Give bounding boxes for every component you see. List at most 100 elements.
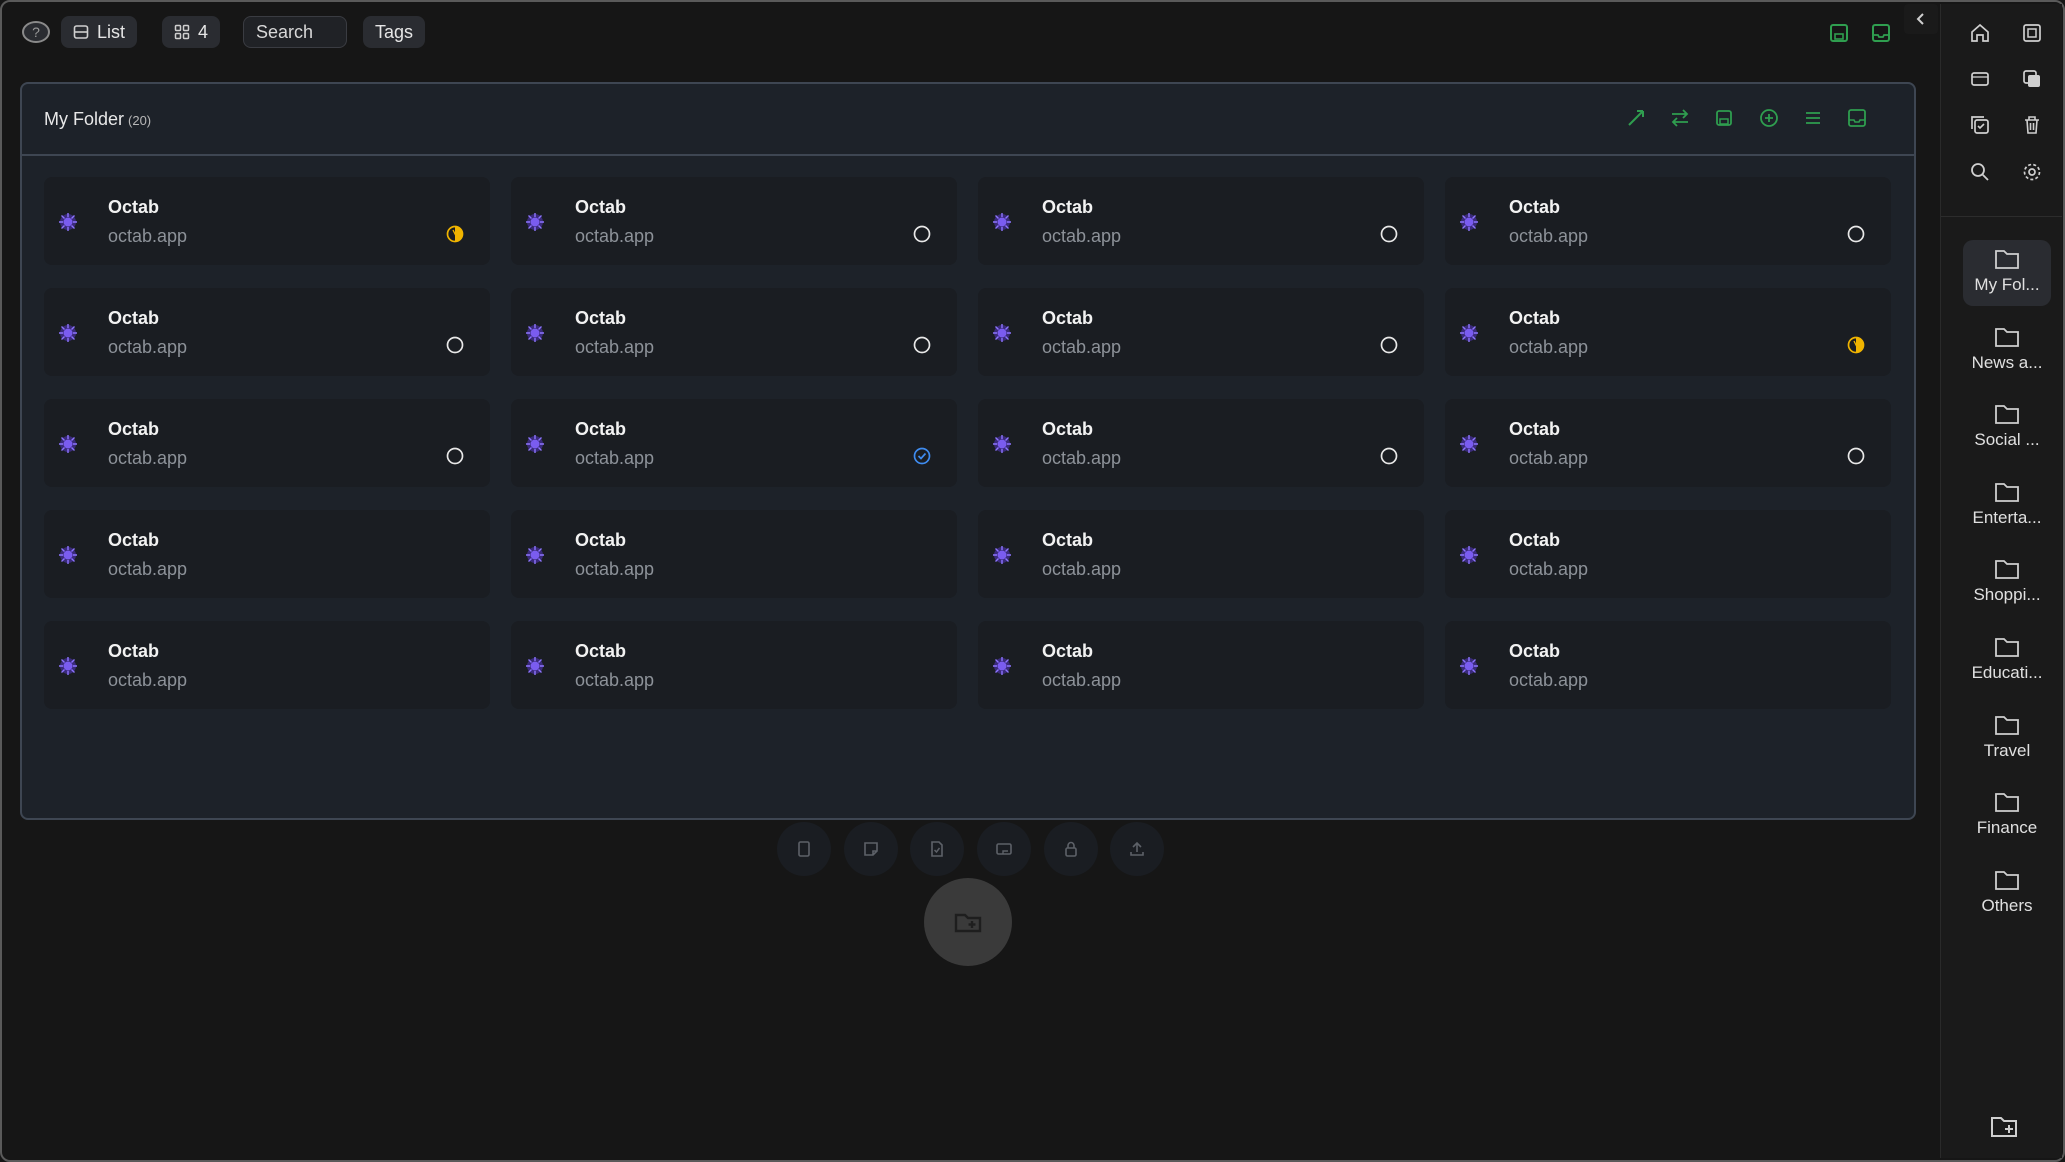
status-circle-icon[interactable]: [446, 447, 464, 465]
search-icon[interactable]: [1969, 161, 1991, 183]
bookmark-card[interactable]: Octab octab.app: [44, 399, 490, 487]
save-folder-icon[interactable]: [1714, 108, 1734, 128]
bookmark-url: octab.app: [108, 448, 188, 468]
add-embed-button[interactable]: [977, 822, 1031, 876]
bookmark-card[interactable]: Octab octab.app: [978, 510, 1424, 598]
status-circle-icon[interactable]: [1847, 447, 1865, 465]
status-circle-icon[interactable]: [1380, 225, 1398, 243]
folder-title-text: My Folder: [44, 109, 125, 129]
list-layout-icon: [73, 25, 89, 39]
bookmark-title: Octab: [108, 308, 160, 328]
bookmark-url: octab.app: [1042, 226, 1122, 246]
folder-plus-icon: [954, 913, 982, 933]
save-icon[interactable]: [1828, 22, 1850, 44]
tags-button[interactable]: Tags: [363, 16, 426, 48]
bookmark-card[interactable]: Octab octab.app: [1445, 399, 1891, 487]
bookmark-card[interactable]: Octab octab.app: [1445, 288, 1891, 376]
sidebar-divider: [1941, 216, 2062, 217]
search-input[interactable]: Search: [243, 16, 347, 48]
bookmark-card[interactable]: Octab octab.app: [978, 399, 1424, 487]
lock-button[interactable]: [1044, 822, 1098, 876]
bookmark-card[interactable]: Octab octab.app: [44, 510, 490, 598]
collapse-arrows-icon[interactable]: [1626, 108, 1646, 128]
window-icon[interactable]: [1969, 68, 1991, 90]
folder-icon: [1995, 560, 2019, 580]
folder-panel: My Folder (20) Octab octab.app Octab octab.a…: [20, 82, 1916, 876]
bookmark-card[interactable]: Octab octab.app: [511, 510, 957, 598]
octab-favicon-icon: [525, 656, 545, 676]
bookmark-card[interactable]: Octab octab.app: [511, 288, 957, 376]
octab-favicon-icon: [992, 212, 1012, 232]
trash-icon[interactable]: [2021, 114, 2043, 136]
checklist-file-icon: [931, 841, 943, 857]
status-check-icon[interactable]: [913, 447, 931, 465]
status-circle-icon[interactable]: [913, 225, 931, 243]
gear-icon[interactable]: [2021, 161, 2043, 183]
add-folder-icon[interactable]: [1989, 1111, 2019, 1141]
upload-icon: [1130, 841, 1144, 856]
status-half-icon[interactable]: [1847, 336, 1865, 354]
bookmark-card[interactable]: Octab octab.app: [44, 288, 490, 376]
bookmark-card[interactable]: Octab octab.app: [978, 621, 1424, 709]
bookmark-card[interactable]: Octab octab.app: [1445, 510, 1891, 598]
add-note-button[interactable]: [844, 822, 898, 876]
sidebar-folder-item[interactable]: My Fol...: [1963, 240, 2051, 306]
sidebar-folder-item[interactable]: Enterta...: [1963, 473, 2051, 539]
chevron-left-icon: [1916, 13, 1924, 25]
add-circle-icon[interactable]: [1759, 108, 1779, 128]
status-circle-icon[interactable]: [446, 336, 464, 354]
sidebar-folder-item[interactable]: Finance: [1963, 783, 2051, 849]
bookmark-card[interactable]: Octab octab.app: [978, 177, 1424, 265]
bookmark-card[interactable]: Octab octab.app: [511, 399, 957, 487]
status-circle-icon[interactable]: [913, 336, 931, 354]
collapse-sidebar-button[interactable]: [1904, 4, 1938, 34]
fullscreen-icon[interactable]: [2021, 22, 2043, 44]
help-icon[interactable]: ?: [22, 21, 50, 43]
status-circle-icon[interactable]: [1380, 447, 1398, 465]
bookmark-card[interactable]: Octab octab.app: [511, 621, 957, 709]
sidebar-folder-item[interactable]: Shoppi...: [1963, 550, 2051, 616]
add-todo-button[interactable]: [910, 822, 964, 876]
list-view-button[interactable]: List: [61, 16, 138, 48]
bookmark-title: Octab: [1042, 308, 1094, 328]
new-folder-button[interactable]: [924, 878, 1012, 966]
bookmark-url: octab.app: [575, 448, 655, 468]
octab-favicon-icon: [525, 212, 545, 232]
download-icon[interactable]: [1870, 22, 1892, 44]
bookmark-card[interactable]: Octab octab.app: [1445, 621, 1891, 709]
home-icon[interactable]: [1969, 22, 1991, 44]
copy-check-icon[interactable]: [1969, 114, 1991, 136]
folder-icon: [1995, 405, 2019, 425]
bookmark-card[interactable]: Octab octab.app: [44, 177, 490, 265]
grid-columns-button[interactable]: 4: [162, 16, 221, 48]
swap-icon[interactable]: [1670, 108, 1690, 128]
sidebar-folder-item[interactable]: Travel: [1963, 706, 2051, 772]
status-half-icon[interactable]: [446, 225, 464, 243]
bookmark-url: octab.app: [1509, 670, 1589, 690]
sidebar-folder-item[interactable]: News a...: [1963, 318, 2051, 384]
duplicate-icon[interactable]: [2021, 68, 2043, 90]
bookmark-card[interactable]: Octab octab.app: [44, 621, 490, 709]
sidebar-folder-item[interactable]: Educati...: [1963, 628, 2051, 694]
bookmark-title: Octab: [1042, 530, 1094, 550]
bookmark-url: octab.app: [1042, 337, 1122, 357]
bookmark-card[interactable]: Octab octab.app: [978, 288, 1424, 376]
status-circle-icon[interactable]: [1847, 225, 1865, 243]
open-all-icon[interactable]: [1847, 108, 1867, 128]
sticky-note-icon: [864, 842, 878, 856]
add-bookmark-button[interactable]: [777, 822, 831, 876]
bookmark-url: octab.app: [1509, 559, 1589, 579]
folder-icon: [1995, 250, 2019, 269]
bookmark-title: Octab: [1042, 419, 1094, 439]
menu-icon[interactable]: [1803, 108, 1823, 128]
sidebar-folder-item[interactable]: Social ...: [1963, 395, 2051, 461]
bookmark-title: Octab: [108, 197, 160, 217]
bookmark-title: Octab: [575, 197, 627, 217]
sidebar-folder-item[interactable]: Others: [1963, 861, 2051, 927]
bookmark-card[interactable]: Octab octab.app: [511, 177, 957, 265]
upload-button[interactable]: [1110, 822, 1164, 876]
octab-favicon-icon: [58, 656, 78, 676]
status-circle-icon[interactable]: [1380, 336, 1398, 354]
bookmark-title: Octab: [1509, 641, 1561, 661]
bookmark-card[interactable]: Octab octab.app: [1445, 177, 1891, 265]
